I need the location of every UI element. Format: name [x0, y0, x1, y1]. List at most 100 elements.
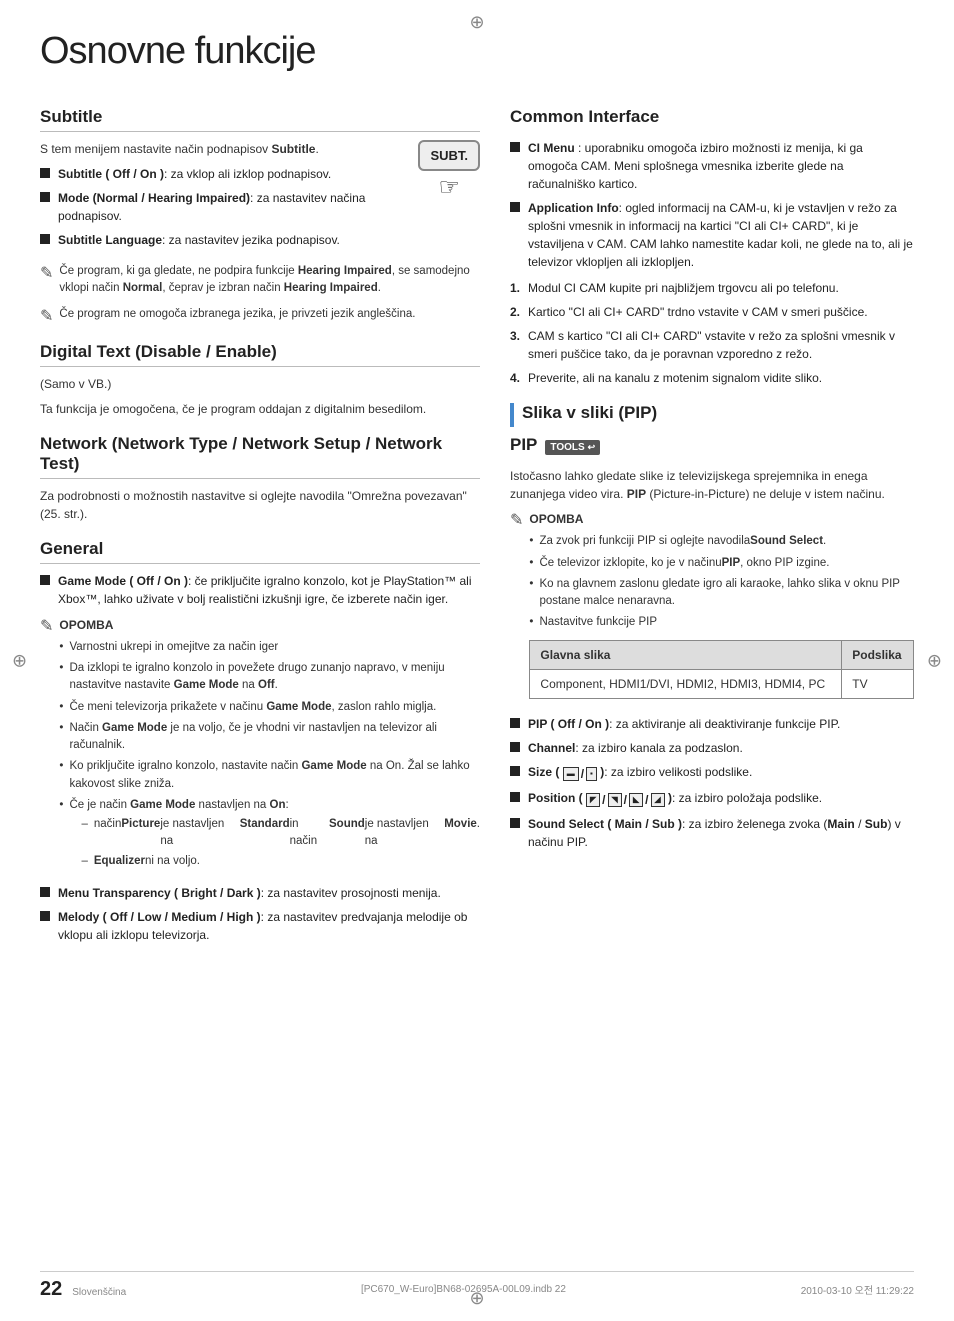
- list-item-text: Position ( ◤ / ◥ / ◣ / ◢ ): za izbiro po…: [528, 789, 822, 809]
- crosshair-right: ⊕: [927, 650, 942, 671]
- pos-icon-2: ◥: [608, 793, 622, 807]
- item-number: 4.: [510, 369, 528, 387]
- opomba-bullet: Varnostni ukrepi in omejitve za način ig…: [59, 639, 480, 656]
- left-column: Subtitle SUBT. ☞ S tem menijem nastavite…: [40, 91, 480, 952]
- item-text: Preverite, ali na kanalu z motenim signa…: [528, 369, 822, 387]
- list-item: Melody ( Off / Low / Medium / High ): za…: [40, 908, 480, 944]
- bullet-icon: [510, 766, 520, 776]
- subtitle-section: Subtitle SUBT. ☞ S tem menijem nastavite…: [40, 107, 480, 326]
- language-label: Slovenščina: [72, 1287, 126, 1298]
- table-row: Component, HDMI1/DVI, HDMI2, HDMI3, HDMI…: [530, 669, 914, 698]
- item-number: 3.: [510, 327, 528, 345]
- size-icon-1: ▬: [563, 767, 579, 781]
- bullet-icon: [40, 911, 50, 921]
- page-footer: 22 Slovenščina [PC670_W-Euro]BN68-02695A…: [40, 1271, 914, 1301]
- opomba-bullet-content: Če je način Game Mode nastavljen na On: …: [69, 797, 480, 872]
- opomba-bullet: Da izklopi te igralno konzolo in povežet…: [59, 660, 480, 695]
- general-section: General Game Mode ( Off / On ): če prikl…: [40, 539, 480, 944]
- pip-opomba-bullet: Nastavitve funkcije PIP: [529, 614, 914, 631]
- hand-icon: ☞: [418, 173, 480, 202]
- opomba-bullet: Če je način Game Mode nastavljen na On: …: [59, 797, 480, 872]
- bullet-icon: [40, 234, 50, 244]
- subtitle-title: Subtitle: [40, 107, 480, 132]
- subtitle-list: Subtitle ( Off / On ): za vklop ali izkl…: [40, 165, 480, 249]
- table-header-row: Glavna slika Podslika: [530, 640, 914, 669]
- list-item: Subtitle ( Off / On ): za vklop ali izkl…: [40, 165, 406, 183]
- list-item-text: Sound Select ( Main / Sub ): za izbiro ž…: [528, 815, 914, 851]
- sub-bullet: način Picture je nastavljen na Standard …: [81, 816, 480, 851]
- item-text: CAM s kartico "CI ali CI+ CARD" vstavite…: [528, 327, 914, 363]
- pip-opomba-content: OPOMBA Za zvok pri funkciji PIP si oglej…: [529, 510, 914, 707]
- page-number: 22: [40, 1278, 62, 1301]
- subtitle-intro: S tem menijem nastavite način podnapisov…: [40, 140, 480, 158]
- sub-bullet: Equalizer ni na voljo.: [81, 853, 480, 870]
- pip-opomba-block: ✎ OPOMBA Za zvok pri funkciji PIP si ogl…: [510, 510, 914, 707]
- ordered-item: 2. Kartico "CI ali CI+ CARD" trdno vstav…: [510, 303, 914, 321]
- subt-button: SUBT.: [418, 140, 480, 171]
- slika-section: Slika v sliki (PIP): [510, 403, 914, 427]
- note-icon: ✎: [40, 263, 53, 283]
- slika-title: Slika v sliki (PIP): [510, 403, 914, 427]
- list-item-text: Size ( ▬ / ▪ ): za izbiro velikosti pods…: [528, 763, 752, 783]
- opomba-title: OPOMBA: [59, 618, 113, 632]
- two-column-layout: Subtitle SUBT. ☞ S tem menijem nastavite…: [40, 91, 914, 952]
- list-item: CI Menu : uporabniku omogoča izbiro možn…: [510, 139, 914, 193]
- crosshair-left: ⊕: [12, 650, 27, 671]
- network-title: Network (Network Type / Network Setup / …: [40, 434, 480, 479]
- pip-opomba-bullet: Ko na glavnem zaslonu gledate igro ali k…: [529, 576, 914, 611]
- right-column: Common Interface CI Menu : uporabniku om…: [510, 91, 914, 952]
- list-item: Mode (Normal / Hearing Impaired): za nas…: [40, 189, 406, 225]
- bullet-icon: [40, 192, 50, 202]
- footer-left: 22 Slovenščina: [40, 1278, 126, 1301]
- page: ⊕ ⊕ ⊕ ⊕ Osnovne funkcije Subtitle SUBT. …: [0, 0, 954, 1321]
- bullet-icon: [510, 718, 520, 728]
- page-title: Osnovne funkcije: [40, 30, 914, 73]
- subt-button-label: SUBT.: [430, 148, 468, 163]
- digital-text-subtitle: (Samo v VB.): [40, 375, 480, 393]
- pos-icon-4: ◢: [651, 793, 665, 807]
- network-section: Network (Network Type / Network Setup / …: [40, 434, 480, 523]
- size-icons: ▬ / ▪: [563, 765, 597, 783]
- pip-intro: Istočasno lahko gledate slike iz televiz…: [510, 467, 914, 503]
- list-item-text: Menu Transparency ( Bright / Dark ): za …: [58, 884, 441, 902]
- ordered-item: 4. Preverite, ali na kanalu z motenim si…: [510, 369, 914, 387]
- general-list: Game Mode ( Off / On ): če priključite i…: [40, 572, 480, 608]
- list-item-text: Melody ( Off / Low / Medium / High ): za…: [58, 908, 480, 944]
- pip-opomba-bullet: Če televizor izklopite, ko je v načinu P…: [529, 555, 914, 572]
- table-header-main: Glavna slika: [530, 640, 842, 669]
- digital-text-title: Digital Text (Disable / Enable): [40, 342, 480, 367]
- pip-title: PIP: [510, 435, 537, 459]
- list-item-text: Game Mode ( Off / On ): če priključite i…: [58, 572, 480, 608]
- tools-label: TOOLS: [550, 442, 584, 453]
- general-list-2: Menu Transparency ( Bright / Dark ): za …: [40, 884, 480, 944]
- list-item-text: PIP ( Off / On ): za aktiviranje ali dea…: [528, 715, 840, 733]
- ci-ordered-list: 1. Modul CI CAM kupite pri najbližjem tr…: [510, 279, 914, 387]
- size-icon-2: ▪: [586, 767, 597, 781]
- opomba-content: OPOMBA Varnostni ukrepi in omejitve za n…: [59, 616, 480, 876]
- bullet-icon: [510, 818, 520, 828]
- pos-icon-1: ◤: [586, 793, 600, 807]
- ci-list: CI Menu : uporabniku omogoča izbiro možn…: [510, 139, 914, 271]
- pip-opomba-title: OPOMBA: [529, 512, 583, 526]
- pip-table: Glavna slika Podslika Component, HDMI1/D…: [529, 640, 914, 699]
- list-item: Subtitle Language: za nastavitev jezika …: [40, 231, 480, 249]
- crosshair-top: ⊕: [469, 12, 484, 33]
- item-text: Modul CI CAM kupite pri najbližjem trgov…: [528, 279, 839, 297]
- common-interface-section: Common Interface CI Menu : uporabniku om…: [510, 107, 914, 387]
- general-title: General: [40, 539, 480, 564]
- tools-badge: TOOLS ↩: [545, 440, 600, 455]
- note-icon: ✎: [510, 510, 523, 530]
- opomba-bullet: Če meni televizorja prikažete v načinu G…: [59, 699, 480, 716]
- network-body: Za podrobnosti o možnostih nastavitve si…: [40, 487, 480, 523]
- digital-text-body: Ta funkcija je omogočena, če je program …: [40, 400, 480, 418]
- note-text-2: Če program ne omogoča izbranega jezika, …: [59, 306, 415, 323]
- list-item-text: Mode (Normal / Hearing Impaired): za nas…: [58, 189, 406, 225]
- note-block-2: ✎ Če program ne omogoča izbranega jezika…: [40, 306, 480, 326]
- pip-opomba-bullet: Za zvok pri funkciji PIP si oglejte navo…: [529, 533, 914, 550]
- item-number: 1.: [510, 279, 528, 297]
- bullet-icon: [40, 887, 50, 897]
- opomba-bullet: Način Game Mode je na voljo, če je vhodn…: [59, 720, 480, 755]
- bullet-icon: [40, 168, 50, 178]
- bullet-icon: [40, 575, 50, 585]
- opomba-bullet: Ko priključite igralno konzolo, nastavit…: [59, 758, 480, 793]
